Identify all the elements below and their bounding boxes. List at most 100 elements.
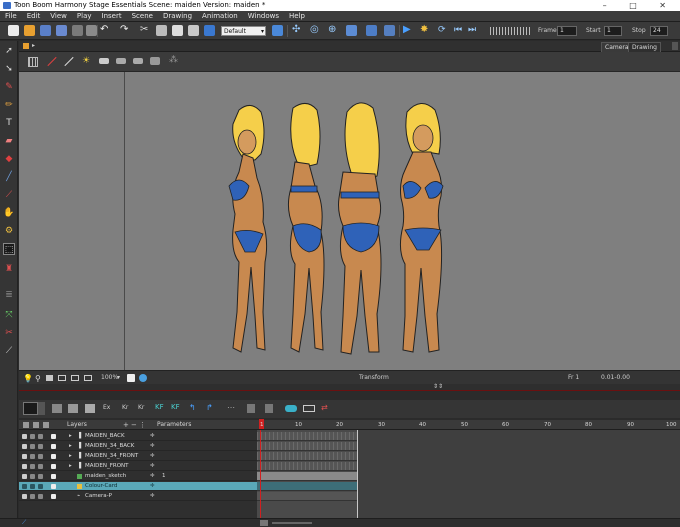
- visibility-icon[interactable]: [22, 434, 27, 439]
- remove-layer-small-icon[interactable]: −: [131, 420, 137, 430]
- menu-insert[interactable]: Insert: [97, 11, 127, 22]
- layer-name[interactable]: MAIDEN_BACK: [85, 432, 125, 441]
- delete-icon[interactable]: [188, 25, 199, 36]
- tab-drawing[interactable]: Drawing: [628, 42, 661, 52]
- visibility-icon[interactable]: [22, 444, 27, 449]
- layer-name[interactable]: Camera-P: [85, 492, 112, 501]
- layer-row[interactable]: ▸ ▐ MAIDEN_BACK ✛: [19, 432, 257, 441]
- frame-row-selected[interactable]: [257, 482, 357, 491]
- timeline-zoom-out-icon[interactable]: [260, 520, 268, 526]
- show-all-icon[interactable]: [23, 422, 29, 428]
- lock-icon[interactable]: [30, 434, 35, 439]
- workspace-manager-icon[interactable]: [272, 25, 283, 36]
- delete-layer-icon[interactable]: [85, 404, 95, 413]
- layer-options-icon[interactable]: ⋮: [139, 420, 146, 430]
- cutter-tool-icon[interactable]: ✂: [3, 327, 15, 339]
- layer-row-selected[interactable]: Colour-Card ✛: [19, 482, 257, 491]
- light-table-toggle-icon[interactable]: ⚲: [35, 374, 41, 383]
- copy-frames-icon[interactable]: [247, 404, 255, 413]
- undo-icon[interactable]: ↶: [100, 25, 111, 36]
- render-play-icon[interactable]: ✸: [420, 25, 431, 36]
- import-icon[interactable]: [72, 25, 83, 36]
- reset-zoom-icon[interactable]: [127, 374, 135, 382]
- marquee-tool-icon[interactable]: ⬚: [3, 243, 15, 255]
- view-menu-icon[interactable]: [672, 42, 678, 50]
- menu-view[interactable]: View: [45, 11, 72, 22]
- frame-field[interactable]: 1: [557, 26, 577, 36]
- motion-keyframe-icon[interactable]: ↰: [189, 403, 196, 412]
- expand-arrow-icon[interactable]: ▸: [69, 432, 72, 441]
- solo-icon[interactable]: [38, 454, 43, 459]
- solo-icon[interactable]: [38, 434, 43, 439]
- export-icon[interactable]: [86, 25, 97, 36]
- paste-frames-icon[interactable]: [265, 404, 273, 413]
- copy-icon[interactable]: [156, 25, 167, 36]
- ease-icon[interactable]: ⋯: [227, 403, 235, 412]
- layer-row[interactable]: maiden_sketch ✛ 1: [19, 472, 257, 481]
- save-icon[interactable]: [40, 25, 51, 36]
- eraser-tool-icon[interactable]: ▰: [3, 135, 15, 147]
- frame-row[interactable]: [257, 492, 357, 501]
- dropper-tool-icon[interactable]: ⟋: [3, 189, 15, 201]
- layer-row[interactable]: ⌁ Camera-P ✛: [19, 492, 257, 501]
- layer-add-param-icon[interactable]: ✛: [150, 452, 155, 461]
- extend-exposure-icon[interactable]: Ex: [103, 404, 110, 411]
- status-edit-icon[interactable]: ⟋: [22, 519, 26, 527]
- select-tool-icon[interactable]: ➚: [3, 45, 15, 57]
- layer-name[interactable]: MAIDEN_FRONT: [85, 462, 129, 471]
- insert-keyframe-icon[interactable]: Kr: [122, 404, 128, 411]
- layer-color-icon[interactable]: [51, 494, 56, 499]
- menu-play[interactable]: Play: [72, 11, 97, 22]
- zoom-level[interactable]: 100%: [101, 373, 118, 383]
- frame-row[interactable]: [257, 462, 357, 471]
- loop-icon[interactable]: ⟳: [438, 25, 449, 36]
- visibility-icon[interactable]: [22, 474, 27, 479]
- layer-color-icon[interactable]: [51, 444, 56, 449]
- save-as-icon[interactable]: [56, 25, 67, 36]
- timeline-frames[interactable]: [257, 430, 680, 518]
- camera-mask-icon[interactable]: [150, 57, 160, 65]
- layer-add-param-icon[interactable]: ✛: [150, 482, 155, 491]
- layer-color-icon[interactable]: [51, 464, 56, 469]
- frame-row[interactable]: [257, 442, 357, 451]
- menu-file[interactable]: File: [0, 11, 22, 22]
- grid-icon[interactable]: [28, 57, 38, 67]
- layer-row[interactable]: ▸ ▐ MAIDEN_34_BACK ✛: [19, 442, 257, 451]
- timeline-menu-icon[interactable]: [23, 402, 38, 415]
- lock-icon[interactable]: [30, 444, 35, 449]
- onion-skin-toggle-icon[interactable]: [285, 405, 297, 412]
- layer-name[interactable]: MAIDEN_34_BACK: [85, 442, 134, 451]
- redo-icon[interactable]: ↷: [120, 25, 131, 36]
- solo-icon[interactable]: [38, 464, 43, 469]
- minimize-button[interactable]: –: [603, 1, 617, 10]
- visibility-icon[interactable]: [22, 494, 27, 499]
- lock-icon[interactable]: [30, 484, 35, 489]
- onion-skin-icon[interactable]: [99, 58, 109, 64]
- lock-icon[interactable]: [30, 454, 35, 459]
- pencil-tool-icon[interactable]: ✏: [3, 99, 15, 111]
- play-icon[interactable]: ▶: [403, 25, 414, 36]
- pan-view-icon[interactable]: [346, 25, 357, 36]
- last-frame-icon[interactable]: ⏭: [468, 25, 479, 36]
- layer-row[interactable]: ▸ ▐ MAIDEN_FRONT ✛: [19, 462, 257, 471]
- layer-color-icon[interactable]: [51, 474, 56, 479]
- timeline-zoom-slider[interactable]: [272, 522, 312, 524]
- layer-add-param-icon[interactable]: ✛: [150, 492, 155, 501]
- rotate-view-icon[interactable]: ◎: [310, 25, 321, 36]
- lock-icon[interactable]: [30, 464, 35, 469]
- layer-add-param-icon[interactable]: ✛: [150, 432, 155, 441]
- frame-row[interactable]: [257, 452, 357, 461]
- onion-next-icon[interactable]: [133, 58, 143, 64]
- frame-ruler[interactable]: 1 10 20 30 40 50 60 70 80 90 100: [257, 419, 680, 430]
- rotate-tool-icon[interactable]: ≣: [3, 289, 15, 301]
- flip-icon[interactable]: ⇄: [321, 403, 328, 412]
- menu-edit[interactable]: Edit: [22, 11, 46, 22]
- add-layer-small-icon[interactable]: +: [123, 420, 129, 430]
- layer-color-icon[interactable]: [51, 454, 56, 459]
- close-button[interactable]: ✕: [659, 1, 676, 10]
- stage-view-icon[interactable]: [204, 25, 215, 36]
- panel-splitter[interactable]: ⇕⇕: [19, 383, 680, 391]
- solo-icon[interactable]: [38, 484, 43, 489]
- visibility-icon[interactable]: [22, 454, 27, 459]
- contour-editor-icon[interactable]: ➘: [3, 63, 15, 75]
